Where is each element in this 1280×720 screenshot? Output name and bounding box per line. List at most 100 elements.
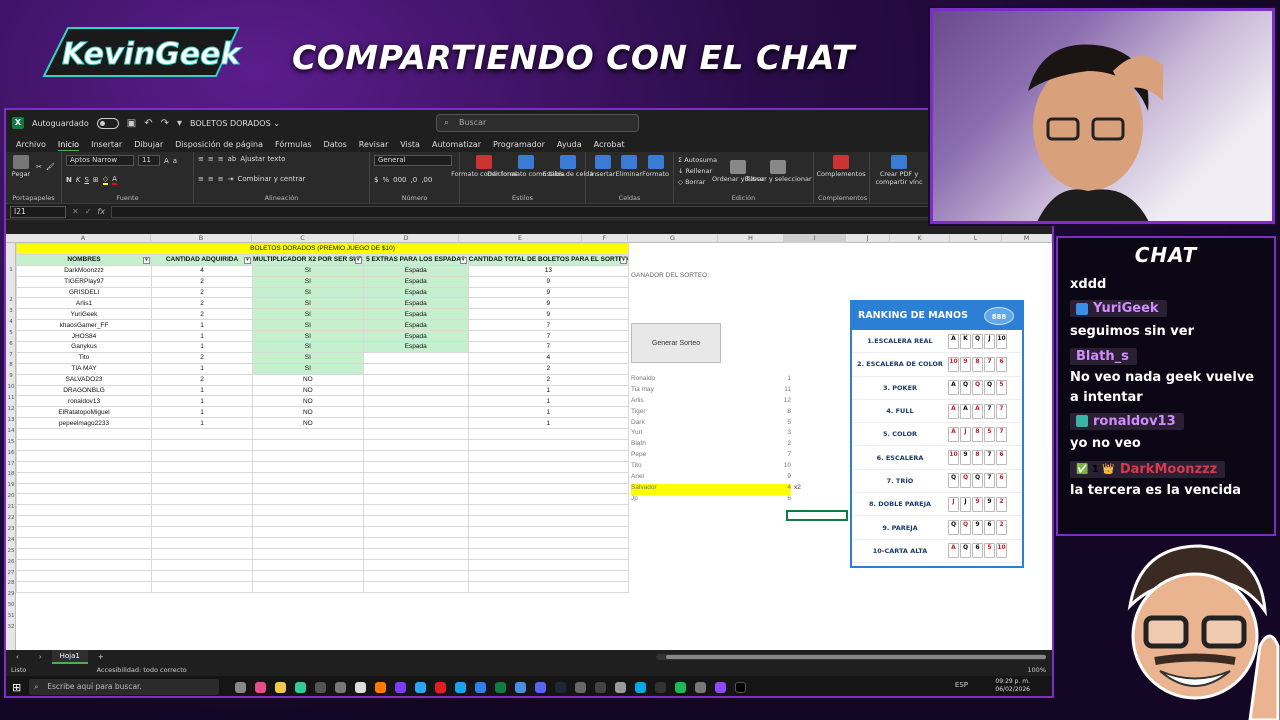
col-header-g[interactable]: G: [628, 234, 718, 243]
orientation-icon[interactable]: ab: [228, 155, 237, 163]
participant-row[interactable]: Arlis 12: [631, 397, 791, 408]
number-format-select[interactable]: General: [374, 155, 452, 166]
participant-row[interactable]: Salvador 4 x2: [631, 483, 801, 495]
col-header-d[interactable]: D: [354, 234, 459, 243]
cell-total[interactable]: 9: [467, 286, 630, 299]
formula-input[interactable]: [110, 205, 1048, 218]
decrease-decimal-icon[interactable]: ,00: [421, 176, 432, 184]
cell-nombre[interactable]: [16, 439, 152, 451]
cell-total[interactable]: [467, 460, 630, 473]
underline-icon[interactable]: S: [84, 176, 88, 184]
row-header[interactable]: 23: [6, 526, 16, 532]
cell-multiplicador[interactable]: NO: [252, 373, 364, 386]
align-top-icon[interactable]: ≡: [198, 155, 204, 163]
cell-cantidad[interactable]: 1: [151, 362, 253, 375]
autosave-toggle[interactable]: [96, 117, 119, 129]
cell-nombre[interactable]: GRISDELI: [16, 286, 152, 299]
tab-vista[interactable]: Vista: [394, 140, 426, 149]
cell-extra[interactable]: [362, 384, 469, 397]
cell-nombre[interactable]: TIGERPlay97: [16, 275, 152, 288]
cell-cantidad[interactable]: [151, 547, 253, 560]
header-nombres[interactable]: NOMBRES ▾: [16, 253, 152, 266]
row-header[interactable]: 22: [6, 515, 16, 521]
row-header[interactable]: 20: [6, 493, 16, 499]
italic-icon[interactable]: K: [76, 176, 81, 184]
next-sheet-icon[interactable]: ›: [29, 650, 52, 664]
participant-row[interactable]: Blath 2: [631, 440, 791, 451]
participant-row[interactable]: Yuri 3: [631, 429, 791, 440]
chat-username-tag[interactable]: ✅ 1 👑 DarkMoonzzz: [1070, 461, 1226, 478]
format-as-table-button[interactable]: Dar formato como tabla: [487, 155, 565, 179]
cell-nombre[interactable]: YuriGeek: [16, 308, 152, 321]
cell-total[interactable]: [467, 580, 630, 593]
cell-nombre[interactable]: ElRatatopoMiguel: [16, 406, 152, 419]
row-header[interactable]: 3: [6, 308, 16, 314]
cell-nombre[interactable]: Tito: [16, 351, 152, 364]
cell-cantidad[interactable]: [151, 504, 253, 517]
align-bottom-icon[interactable]: ≡: [218, 155, 224, 163]
cell-nombre[interactable]: [16, 547, 152, 560]
cell-total[interactable]: [467, 493, 630, 506]
col-header-h[interactable]: H: [718, 234, 784, 243]
cell-multiplicador[interactable]: [252, 569, 364, 582]
tab-programador[interactable]: Programador: [487, 140, 551, 149]
cell-cantidad[interactable]: 2: [151, 297, 253, 310]
currency-icon[interactable]: $: [374, 176, 378, 184]
participant-row[interactable]: Tia may 11: [631, 386, 791, 397]
cell-extra[interactable]: [362, 515, 469, 528]
format-cells-button[interactable]: Formato: [642, 155, 669, 179]
task-view-icon[interactable]: [235, 681, 247, 693]
file-name[interactable]: BOLETOS DORADOS ⌄: [190, 119, 280, 128]
cell-extra[interactable]: Espada: [362, 308, 469, 321]
app-icon[interactable]: [595, 681, 607, 693]
cell-extra[interactable]: [362, 482, 469, 495]
cell-extra[interactable]: [362, 526, 469, 539]
search-input[interactable]: ⌕ Buscar: [436, 114, 639, 132]
row-header[interactable]: 28: [6, 580, 16, 586]
cell-nombre[interactable]: [16, 580, 152, 593]
cell-multiplicador[interactable]: NO: [252, 384, 364, 397]
align-right-icon[interactable]: ≡: [218, 175, 224, 183]
row-header[interactable]: 25: [6, 548, 16, 554]
save-icon[interactable]: ▣: [127, 118, 136, 129]
add-sheet-icon[interactable]: +: [88, 650, 114, 664]
cell-extra[interactable]: [362, 439, 469, 451]
row-header[interactable]: 24: [6, 537, 16, 543]
participant-row[interactable]: Ariel 9: [631, 473, 791, 484]
cell-multiplicador[interactable]: NO: [252, 395, 364, 408]
cell-cantidad[interactable]: 1: [151, 406, 253, 419]
header-total[interactable]: CANTIDAD TOTAL DE BOLETOS PARA EL SORTEO…: [467, 253, 630, 266]
discord-icon[interactable]: [535, 681, 547, 693]
row-header[interactable]: 19: [6, 482, 16, 488]
folder-icon[interactable]: [275, 681, 287, 693]
cell-extra[interactable]: [362, 471, 469, 484]
chrome-icon[interactable]: [355, 681, 367, 693]
cell-total[interactable]: 9: [467, 275, 630, 288]
tiktok-icon[interactable]: [735, 681, 747, 693]
fx-icon[interactable]: fx: [97, 207, 105, 216]
cell-extra[interactable]: [362, 373, 469, 386]
cell-nombre[interactable]: [16, 537, 152, 549]
cell-total[interactable]: [467, 526, 630, 539]
cell-cantidad[interactable]: 2: [151, 308, 253, 321]
participant-row[interactable]: Tiger 8: [631, 408, 791, 419]
cell-extra[interactable]: [362, 351, 469, 364]
participant-row[interactable]: Tito 10: [631, 462, 791, 473]
col-header-a[interactable]: A: [16, 234, 151, 243]
cell-cantidad[interactable]: 1: [151, 341, 253, 353]
align-left-icon[interactable]: ≡: [198, 175, 204, 183]
addins-button[interactable]: Complementos: [816, 155, 866, 179]
cell-nombre[interactable]: [16, 493, 152, 506]
steam-icon[interactable]: [555, 681, 567, 693]
bold-icon[interactable]: N: [66, 176, 72, 184]
cell-extra[interactable]: Espada: [362, 275, 469, 288]
cell-total[interactable]: 1: [467, 384, 630, 397]
row-header[interactable]: 16: [6, 450, 16, 456]
col-header-c[interactable]: C: [252, 234, 354, 243]
zoom-level[interactable]: 100%: [1027, 664, 1046, 676]
participant-row[interactable]: Jp 6: [631, 495, 791, 506]
chat-username-tag[interactable]: ronaldov13: [1070, 412, 1184, 430]
cancel-icon[interactable]: ✕: [72, 207, 79, 216]
cell-multiplicador[interactable]: NO: [252, 406, 364, 419]
cell-total[interactable]: 7: [467, 330, 630, 343]
